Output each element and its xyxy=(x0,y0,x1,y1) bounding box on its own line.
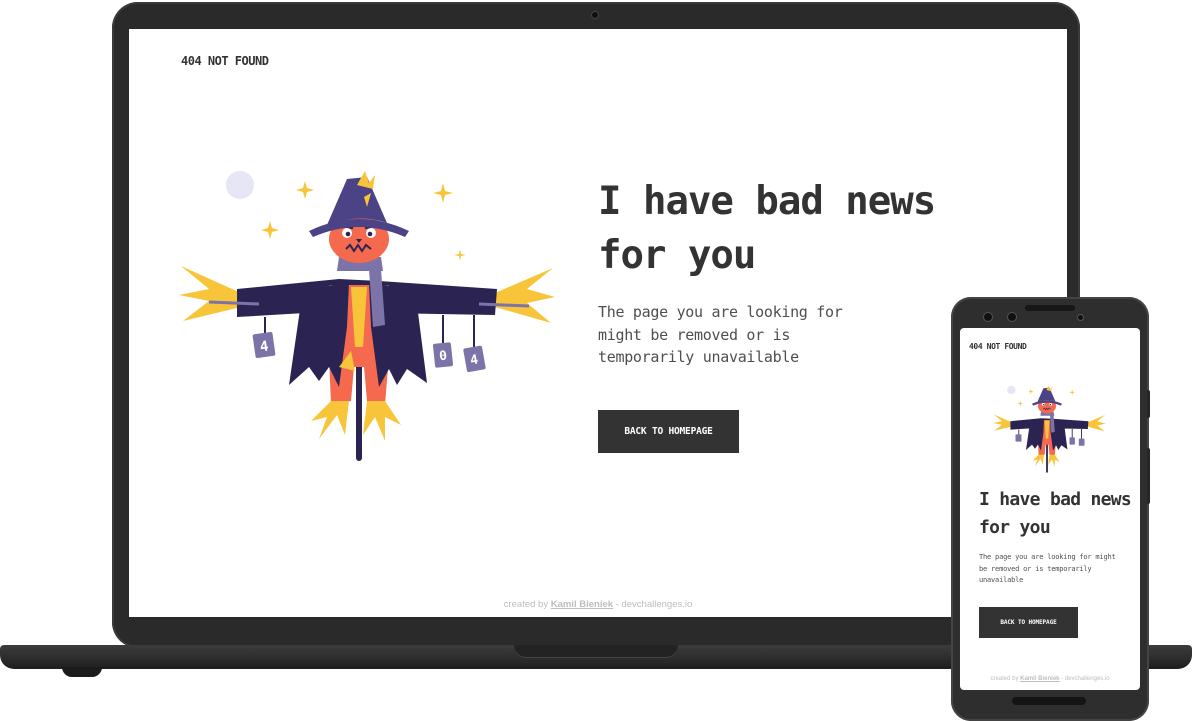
footer-site: devchallenges.io xyxy=(1064,676,1110,682)
laptop-camera-icon xyxy=(592,12,598,18)
phone-sensor-icon xyxy=(1008,313,1016,321)
can-icon xyxy=(1069,437,1075,445)
footer-prefix: created by xyxy=(503,599,551,610)
back-to-homepage-button[interactable]: BACK TO HOMEPAGE xyxy=(979,607,1078,638)
page-description: The page you are looking for might be re… xyxy=(598,303,843,366)
phone-volume-button xyxy=(1147,448,1150,504)
phone-power-button xyxy=(1147,390,1150,418)
brand-logo[interactable]: 404 NOT FOUND xyxy=(181,54,269,68)
page-description: The page you are looking for might be re… xyxy=(979,553,1116,584)
phone-screen: 404 NOT FOUND I have bad news for you Th… xyxy=(960,328,1140,690)
author-link[interactable]: Kamil Bieniek xyxy=(551,599,613,610)
sparkle-icon xyxy=(1028,388,1034,395)
moon-icon xyxy=(226,171,254,199)
brand-logo[interactable]: 404 NOT FOUND xyxy=(969,342,1027,351)
sparkle-icon xyxy=(261,221,279,239)
scarecrow-illustration xyxy=(993,385,1106,473)
footer-prefix: created by xyxy=(990,676,1021,682)
phone-bottom-speaker xyxy=(1012,697,1086,705)
phone-speaker xyxy=(1025,305,1075,311)
laptop-screen: 404 NOT FOUND 4 0 4 I have bad news for … xyxy=(129,29,1067,617)
laptop-notch xyxy=(514,645,678,658)
author-link[interactable]: Kamil Bieniek xyxy=(1020,676,1059,682)
can-icon xyxy=(1015,434,1022,442)
sparkle-icon xyxy=(296,181,314,199)
sparkle-icon xyxy=(1017,400,1023,407)
phone-camera-icon xyxy=(984,313,992,321)
page-title: I have bad news for you xyxy=(598,179,936,278)
footer-site: devchallenges.io xyxy=(621,599,693,610)
page-title: I have bad news for you xyxy=(979,489,1132,538)
phone-light-sensor-icon xyxy=(1078,315,1083,320)
page-footer: created by Kamil Bieniek - devchallenges… xyxy=(960,676,1140,682)
page-footer: created by Kamil Bieniek - devchallenges… xyxy=(129,599,1067,610)
scarecrow-illustration: 4 0 4 xyxy=(179,171,555,461)
moon-icon xyxy=(1007,385,1016,395)
back-to-homepage-button[interactable]: BACK TO HOMEPAGE xyxy=(598,410,739,453)
sparkle-icon xyxy=(433,183,453,203)
laptop-foot-left xyxy=(62,667,102,677)
sparkle-icon xyxy=(454,249,466,261)
sparkle-icon xyxy=(1069,389,1076,396)
can-icon xyxy=(1078,438,1085,446)
